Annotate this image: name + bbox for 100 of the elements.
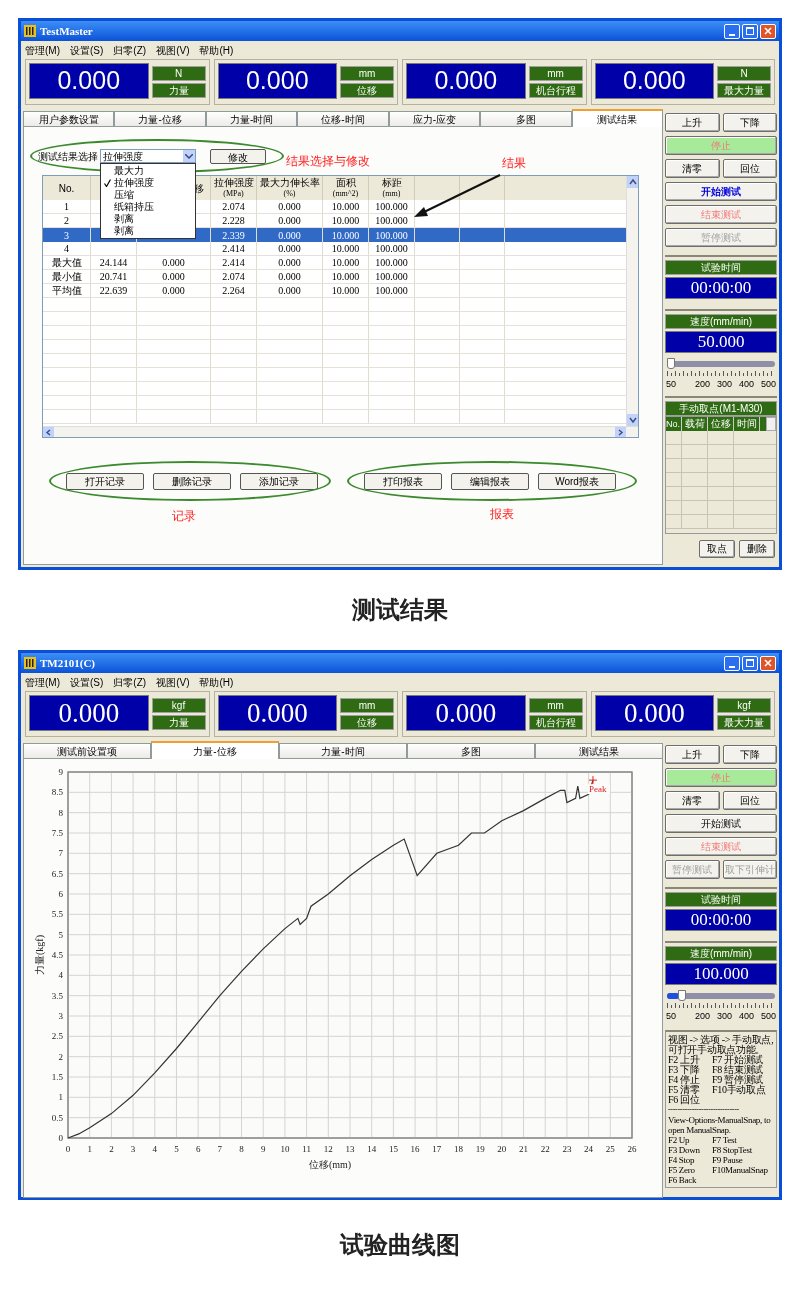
report-button[interactable]: 编辑报表 <box>451 473 529 490</box>
quantity-label: 力量 <box>151 715 206 730</box>
axis-title: 力量(kgf) <box>34 935 45 975</box>
tab[interactable]: 测试结果 <box>535 743 663 759</box>
readout-value: 0.000 <box>29 695 149 731</box>
column-header: 载荷 <box>682 416 708 431</box>
tab[interactable]: 测试结果 <box>571 109 663 127</box>
menu-item[interactable]: 管理(M) <box>25 42 60 58</box>
peak-label: Peak <box>588 784 607 795</box>
control-button[interactable]: 上升 <box>665 113 720 132</box>
control-button[interactable]: 下降 <box>722 113 777 132</box>
menu-option[interactable]: 压缩 <box>101 189 195 201</box>
table-cell-text: 1 <box>64 200 69 214</box>
minimize-button[interactable] <box>724 23 740 39</box>
menu-item[interactable]: 帮助(H) <box>199 42 234 58</box>
tab[interactable]: 应力-应变 <box>388 111 481 127</box>
axis-tick-label: 15 <box>388 1144 398 1154</box>
menu-option[interactable]: 纸箱持压 <box>101 201 195 213</box>
result-select[interactable]: 拉伸强度 <box>100 149 196 163</box>
table-cell-text: 100.000 <box>375 228 408 243</box>
axis-tick-label: 8.5 <box>51 787 63 798</box>
control-button[interactable]: 回位 <box>722 159 777 178</box>
axis-tick-label: 2 <box>58 1051 63 1062</box>
shortcut-text: F3 Down <box>668 1144 701 1155</box>
maximize-button[interactable] <box>742 23 758 39</box>
report-button[interactable]: Word报表 <box>538 473 616 490</box>
menu-item[interactable]: 归零(Z) <box>113 42 147 58</box>
tab[interactable]: 力量-位移 <box>151 741 279 759</box>
shortcut-text: F10手动取点 <box>712 1084 766 1095</box>
menu-option[interactable]: 剥离 <box>101 225 195 237</box>
report-button[interactable]: 打印报表 <box>364 473 442 490</box>
tab[interactable]: 力量-时间 <box>279 743 407 759</box>
menu-item[interactable]: 视图(V) <box>156 42 190 58</box>
table-cell-text: 0.000 <box>278 242 301 256</box>
tick-label: 500 <box>760 1010 776 1023</box>
axis-tick-label: 5 <box>174 1144 179 1154</box>
record-button[interactable]: 删除记录 <box>153 473 231 490</box>
unit-label: N <box>717 66 771 81</box>
modify-button[interactable]: 修改 <box>210 148 266 164</box>
unit-label: kgf <box>717 698 771 713</box>
axis-tick-label: 7.5 <box>51 828 63 838</box>
menu-item[interactable]: 视图(V) <box>156 674 190 690</box>
vertical-scrollbar[interactable] <box>626 176 638 426</box>
speed-slider[interactable] <box>667 990 775 1001</box>
tab[interactable]: 力量-时间 <box>205 111 298 127</box>
tab[interactable]: 多图 <box>480 111 572 127</box>
slider-thumb[interactable] <box>678 990 686 1001</box>
menu-item[interactable]: 设置(S) <box>70 674 104 690</box>
annotation-text: 报表 <box>490 506 514 523</box>
axis-tick-label: 1.5 <box>51 1072 63 1082</box>
table-cell-text: 10.000 <box>331 214 360 228</box>
table-row[interactable]: 最小值 20.741 0.000 2.074 0.000 10.000 100.000 <box>43 270 626 284</box>
tab[interactable]: 测试前设置项 <box>23 743 151 759</box>
table-row[interactable]: 最大值 24.144 0.000 2.414 0.000 10.000 100.000 <box>43 256 626 270</box>
maximize-button[interactable] <box>742 655 758 671</box>
axis-tick-label: 13 <box>345 1144 355 1154</box>
close-button[interactable] <box>760 655 776 671</box>
axis-title: 位移(mm) <box>308 1159 352 1170</box>
record-button[interactable]: 添加记录 <box>240 473 318 490</box>
tick-label: 500 <box>760 378 776 391</box>
axis-tick-label: 21 <box>519 1144 529 1154</box>
scroll-up-button[interactable] <box>766 416 776 431</box>
window-title: TM2101(C) <box>40 655 95 671</box>
control-button[interactable]: 开始测试 <box>665 182 777 201</box>
menu-item[interactable]: 归零(Z) <box>113 674 147 690</box>
caption: 试验曲线图 <box>340 1230 460 1260</box>
tab[interactable]: 多图 <box>407 743 535 759</box>
manual-point-button[interactable]: 删除 <box>739 539 775 558</box>
minimize-button[interactable] <box>724 655 740 671</box>
horizontal-scrollbar[interactable] <box>43 426 638 437</box>
menu-item[interactable]: 管理(M) <box>25 674 60 690</box>
tab[interactable]: 力量-位移 <box>114 111 206 127</box>
menu-item[interactable]: 设置(S) <box>70 42 104 58</box>
table-row[interactable]: 4 2.414 0.000 10.000 100.000 <box>43 242 626 256</box>
tab[interactable]: 位移-时间 <box>297 111 389 127</box>
slider-thumb[interactable] <box>667 358 675 369</box>
menu-option[interactable]: 最大力 <box>101 165 195 177</box>
manual-point-button[interactable]: 取点 <box>699 539 735 558</box>
menu-item[interactable]: 帮助(H) <box>199 674 234 690</box>
tab[interactable]: 用户参数设置 <box>23 111 115 127</box>
table-row[interactable]: 平均值 22.639 0.000 2.264 0.000 10.000 100.000 <box>43 284 626 298</box>
close-button[interactable] <box>760 23 776 39</box>
column-header: No. <box>666 416 682 431</box>
unit-label: mm <box>528 698 583 713</box>
shortcut-text: F6 回位 <box>668 1094 701 1105</box>
axis-tick-label: 8 <box>58 807 63 818</box>
menu-option[interactable]: 剥离 <box>101 213 195 225</box>
speed-slider[interactable] <box>667 358 775 369</box>
control-button[interactable]: 上升 <box>665 745 720 764</box>
shortcut-text: F9 暂停测试 <box>712 1074 763 1085</box>
control-button[interactable]: 回位 <box>722 791 777 810</box>
table-cell-text: 0.000 <box>278 284 301 298</box>
control-button[interactable]: 清零 <box>665 159 720 178</box>
control-button[interactable]: 开始测试 <box>665 814 777 833</box>
maximize-icon <box>746 659 754 667</box>
record-button[interactable]: 打开记录 <box>66 473 144 490</box>
menu-option[interactable]: 拉伸强度 <box>101 177 195 189</box>
control-button[interactable]: 下降 <box>722 745 777 764</box>
column-unit: (%) <box>283 188 296 199</box>
control-button[interactable]: 清零 <box>665 791 720 810</box>
